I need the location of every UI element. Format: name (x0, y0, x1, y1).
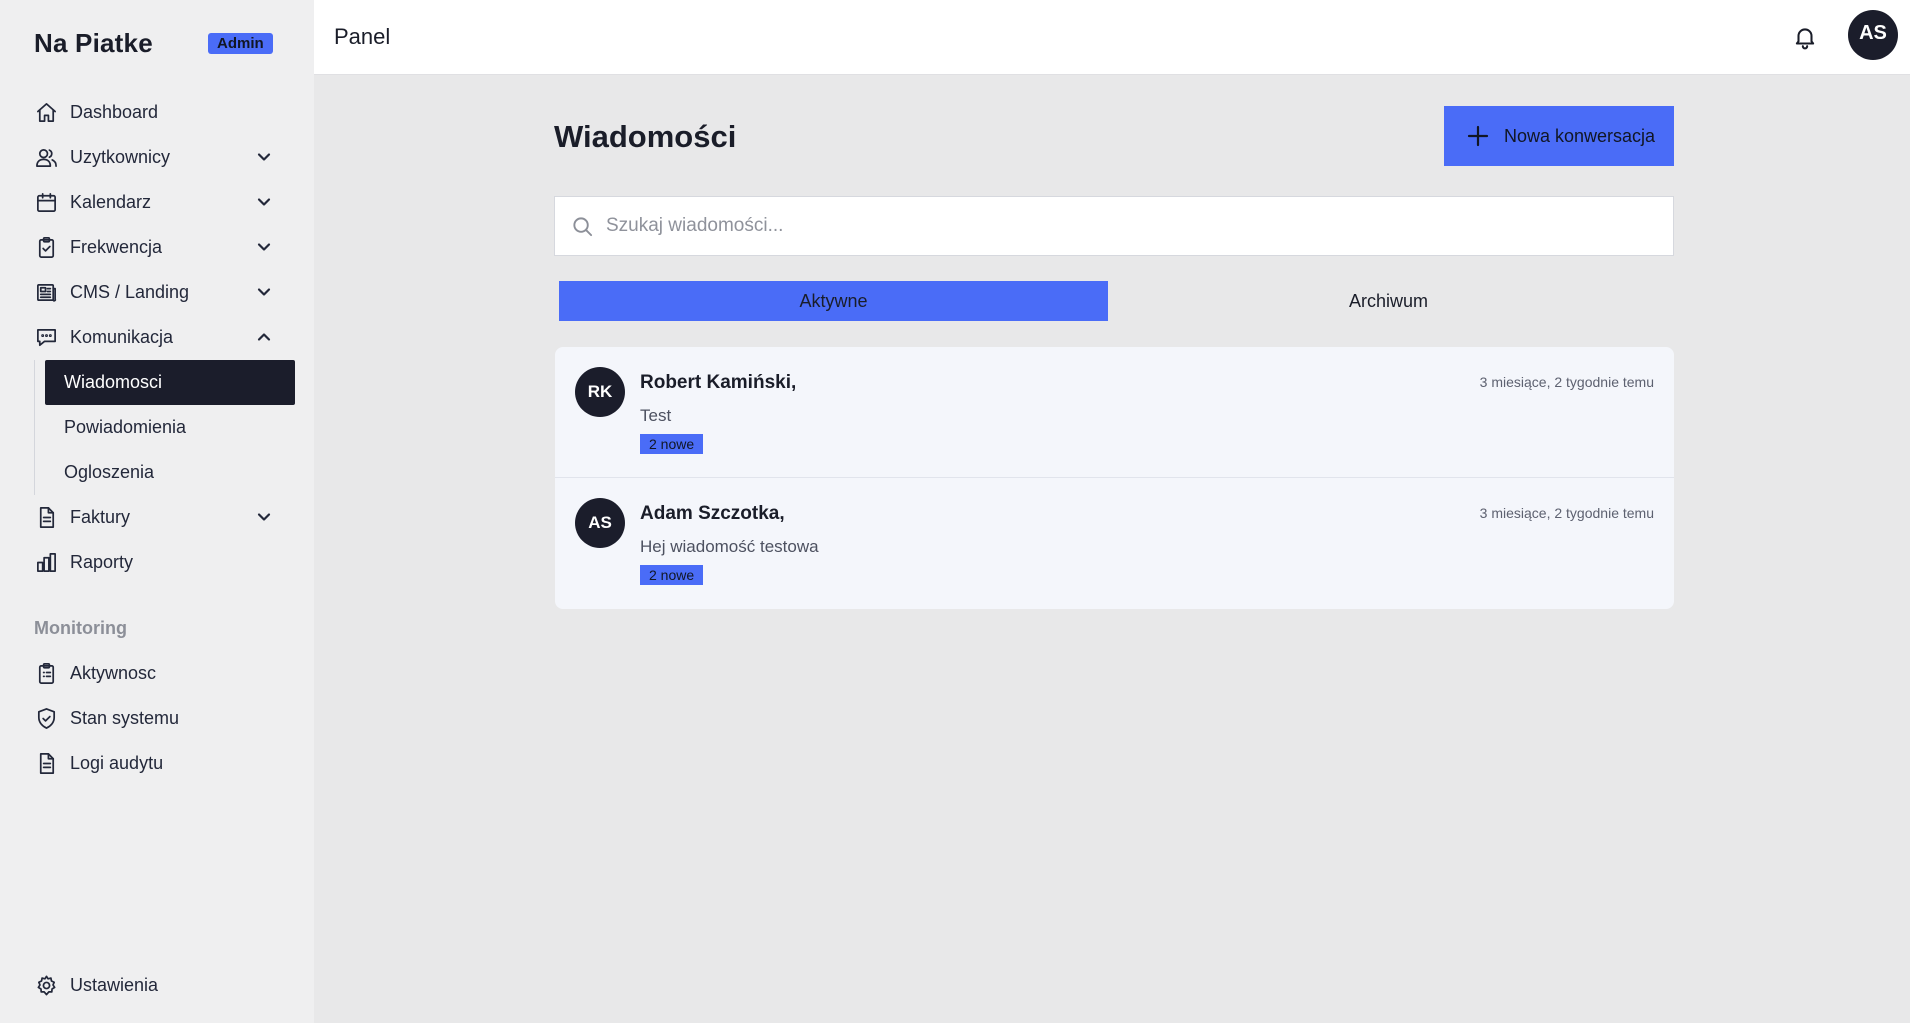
conversation-preview: Test (640, 406, 672, 425)
chevron-up-icon (254, 327, 274, 347)
sidebar-item-label: Ustawienia (70, 975, 159, 995)
sidebar-item-cms-landing[interactable]: CMS / Landing (0, 270, 314, 315)
sidebar-item-label: Raporty (70, 552, 134, 572)
chevron-down-icon (254, 147, 274, 167)
sidebar-item-label: CMS / Landing (70, 282, 190, 302)
document-icon (34, 506, 58, 530)
avatar: RK (575, 367, 625, 417)
conversation-list: RK Robert Kamiński, 3 miesiące, 2 tygodn… (555, 347, 1674, 609)
chevron-down-icon (254, 507, 274, 527)
sidebar-item-label: Uzytkownicy (70, 147, 171, 167)
conversation-preview: Hej wiadomość testowa (640, 537, 819, 556)
sidebar-item-label: Komunikacja (70, 327, 174, 347)
sidebar-item-label: Dashboard (70, 102, 159, 122)
bar-chart-icon (34, 551, 58, 575)
sidebar-nav: Dashboard Uzytkownicy Kalendarz Frekwenc… (0, 90, 314, 585)
sidebar-item-uzytkownicy[interactable]: Uzytkownicy (0, 135, 314, 180)
conversation-item[interactable]: RK Robert Kamiński, 3 miesiące, 2 tygodn… (555, 347, 1674, 478)
clipboard-check-icon (34, 236, 58, 260)
sidebar-item-stan-systemu[interactable]: Stan systemu (0, 696, 314, 741)
tab-archiwum[interactable]: Archiwum (1114, 281, 1663, 321)
new-conversation-label: Nowa konwersacja (1504, 125, 1656, 146)
document-icon (34, 752, 58, 776)
chevron-down-icon (254, 282, 274, 302)
sidebar-item-raporty[interactable]: Raporty (0, 540, 314, 585)
avatar: AS (575, 498, 625, 548)
brand-name[interactable]: Na Piatke (34, 28, 153, 59)
shield-check-icon (34, 707, 58, 731)
admin-badge: Admin (208, 33, 273, 54)
new-messages-badge: 2 nowe (640, 434, 704, 454)
sidebar-item-frekwencja[interactable]: Frekwencja (0, 225, 314, 270)
sidebar-subitem-ogloszenia[interactable]: Ogloszenia (35, 450, 314, 495)
conversation-time: 3 miesiące, 2 tygodnie temu (1479, 374, 1654, 390)
sidebar-item-logi-audytu[interactable]: Logi audytu (0, 741, 314, 786)
search-box (554, 196, 1674, 256)
sidebar-item-label: Kalendarz (70, 192, 152, 212)
new-conversation-button[interactable]: Nowa konwersacja (1444, 106, 1674, 166)
sidebar-item-label: Frekwencja (70, 237, 163, 257)
user-avatar[interactable]: AS (1848, 10, 1898, 60)
newspaper-icon (34, 281, 58, 305)
sidebar-item-label: Logi audytu (70, 753, 164, 773)
chevron-down-icon (254, 237, 274, 257)
calendar-icon (34, 191, 58, 215)
sidebar-item-ustawienia[interactable]: Ustawienia (0, 963, 314, 1008)
home-icon (34, 101, 58, 125)
sidebar-item-kalendarz[interactable]: Kalendarz (0, 180, 314, 225)
conversation-tabs: Aktywne Archiwum (559, 281, 1669, 321)
search-input[interactable] (606, 215, 1606, 237)
sidebar-item-label: Stan systemu (70, 708, 180, 728)
sidebar-item-faktury[interactable]: Faktury (0, 495, 314, 540)
gear-icon (34, 974, 58, 998)
conversation-item[interactable]: AS Adam Szczotka, 3 miesiące, 2 tygodnie… (555, 478, 1674, 609)
komunikacja-submenu: Wiadomosci Powiadomienia Ogloszenia (34, 360, 314, 495)
monitoring-section-label: Monitoring (34, 618, 127, 638)
search-icon (573, 216, 593, 236)
sidebar-subitem-powiadomienia[interactable]: Powiadomienia (35, 405, 314, 450)
tab-aktywne[interactable]: Aktywne (559, 281, 1108, 321)
page-title: Wiadomości (554, 119, 737, 154)
conversation-name: Adam Szczotka, (640, 503, 785, 524)
sidebar-item-aktywnosc[interactable]: Aktywnosc (0, 651, 314, 696)
plus-icon (1467, 125, 1489, 147)
topbar: Panel AS (314, 0, 1910, 75)
monitoring-nav: Aktywnosc Stan systemu Logi audytu (0, 651, 314, 786)
settings-nav: Ustawienia (0, 963, 314, 1008)
brand: Na Piatke Admin (34, 28, 273, 59)
sidebar: Na Piatke Admin Dashboard Uzytkownicy Ka… (0, 0, 314, 1023)
conversation-name: Robert Kamiński, (640, 372, 797, 393)
sidebar-item-komunikacja[interactable]: Komunikacja (0, 315, 314, 360)
chat-icon (34, 326, 58, 350)
sidebar-subitem-wiadomosci[interactable]: Wiadomosci (45, 360, 295, 405)
new-messages-badge: 2 nowe (640, 565, 704, 585)
clipboard-list-icon (34, 662, 58, 686)
chevron-down-icon (254, 192, 274, 212)
bell-icon[interactable] (1792, 24, 1818, 50)
users-icon (34, 146, 58, 170)
conversation-time: 3 miesiące, 2 tygodnie temu (1479, 505, 1654, 521)
sidebar-item-dashboard[interactable]: Dashboard (0, 90, 314, 135)
sidebar-item-label: Aktywnosc (70, 663, 157, 683)
topbar-title: Panel (334, 24, 391, 49)
sidebar-item-label: Faktury (70, 507, 131, 527)
